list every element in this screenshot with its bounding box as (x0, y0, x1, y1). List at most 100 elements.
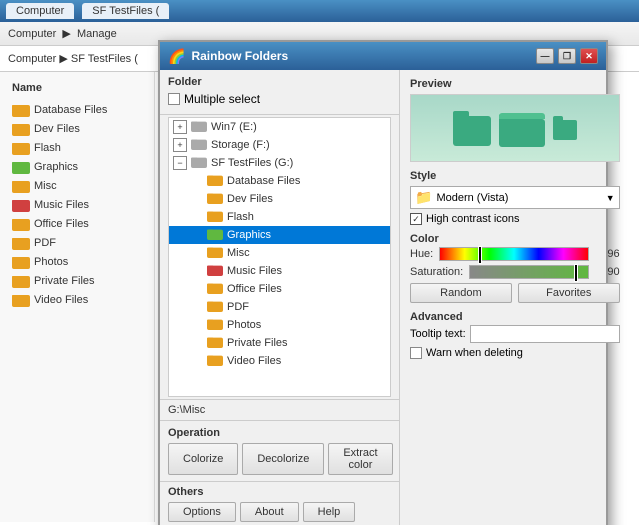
extract-color-button[interactable]: Extract color (328, 443, 392, 475)
multiple-select-checkbox[interactable] (168, 93, 180, 105)
color-section: Color Hue: 96 Saturation: 90 (410, 233, 620, 303)
sidebar-item[interactable]: Misc (4, 176, 150, 195)
tree-item-label: Office Files (227, 283, 282, 295)
tooltip-input[interactable] (470, 325, 620, 343)
operation-section: Operation Colorize Decolorize Extract co… (160, 420, 399, 481)
sidebar-item[interactable]: Photos (4, 252, 150, 271)
tree-item[interactable]: Dev Files (169, 190, 390, 208)
others-label: Others (168, 486, 391, 498)
multiple-select-row: Multiple select (168, 92, 391, 106)
tree-item[interactable]: + Storage (F:) (169, 136, 390, 154)
hue-bar[interactable] (439, 247, 588, 261)
hue-handle[interactable] (478, 246, 482, 264)
preview-folder-large (453, 111, 491, 146)
tree-item-label: Flash (227, 211, 254, 223)
dialog-title: Rainbow Folders (191, 49, 288, 63)
tree-folder-icon (207, 335, 223, 351)
high-contrast-checkbox[interactable]: ✓ (410, 213, 422, 225)
tree-item-label: Misc (227, 247, 250, 259)
tree-item-label: SF TestFiles (G:) (211, 157, 293, 169)
tree-item-label: Dev Files (227, 193, 273, 205)
folder-tree[interactable]: + Win7 (E:)+ Storage (F:)− SF TestFiles … (168, 117, 391, 397)
tree-item[interactable]: Misc (169, 244, 390, 262)
saturation-handle[interactable] (574, 264, 578, 282)
tree-item[interactable]: Photos (169, 316, 390, 334)
tree-expander[interactable]: + (173, 138, 187, 152)
saturation-bar[interactable] (469, 265, 588, 279)
manage-tab[interactable]: Manage (77, 28, 117, 40)
dialog-titlebar: 🌈 Rainbow Folders — ❐ ✕ (160, 42, 606, 70)
sidebar-item[interactable]: Flash (4, 138, 150, 157)
dialog-left-panel: Folder Multiple select + Win7 (E:)+ Stor… (160, 70, 400, 525)
warn-checkbox[interactable] (410, 347, 422, 359)
saturation-value: 90 (595, 266, 620, 278)
warn-label: Warn when deleting (426, 347, 523, 359)
preview-area (410, 94, 620, 162)
high-contrast-label: High contrast icons (426, 213, 520, 225)
taskbar-tab-computer[interactable]: Computer (6, 3, 74, 19)
tree-expander[interactable]: + (173, 120, 187, 134)
tree-item[interactable]: Database Files (169, 172, 390, 190)
hue-value: 96 (595, 248, 620, 260)
tree-item-label: PDF (227, 301, 249, 313)
colorize-button[interactable]: Colorize (168, 443, 238, 475)
hue-row: Hue: 96 (410, 247, 620, 261)
sidebar-item[interactable]: Music Files (4, 195, 150, 214)
style-dropdown[interactable]: 📁 Modern (Vista) ▼ (410, 186, 620, 209)
tree-folder-icon (207, 353, 223, 369)
tooltip-text-label: Tooltip text: (410, 328, 466, 340)
random-button[interactable]: Random (410, 283, 512, 303)
taskbar: Computer SF TestFiles ( (0, 0, 639, 22)
help-button[interactable]: Help (303, 502, 356, 522)
preview-section: Preview (410, 78, 620, 162)
tree-item-label: Win7 (E:) (211, 121, 257, 133)
tree-folder-icon (207, 227, 223, 243)
tree-item-label: Photos (227, 319, 261, 331)
taskbar-tab-sf[interactable]: SF TestFiles ( (82, 3, 169, 19)
dialog-title-area: 🌈 Rainbow Folders (168, 48, 288, 65)
tree-folder-icon (207, 209, 223, 225)
sidebar-item[interactable]: Database Files (4, 100, 150, 119)
about-button[interactable]: About (240, 502, 299, 522)
sidebar-item[interactable]: Dev Files (4, 119, 150, 138)
others-buttons: Options About Help (168, 502, 391, 522)
tree-item-label: Music Files (227, 265, 282, 277)
tree-folder-icon (207, 173, 223, 189)
close-button[interactable]: ✕ (580, 48, 598, 64)
advanced-label: Advanced (410, 311, 620, 323)
tree-item[interactable]: Music Files (169, 262, 390, 280)
tree-item[interactable]: − SF TestFiles (G:) (169, 154, 390, 172)
dialog-body: Folder Multiple select + Win7 (E:)+ Stor… (160, 70, 606, 525)
tree-item[interactable]: Video Files (169, 352, 390, 370)
tooltip-row: Tooltip text: (410, 325, 620, 343)
tree-item-label: Database Files (227, 175, 300, 187)
sidebar-item[interactable]: Graphics (4, 157, 150, 176)
dialog-window-controls: — ❐ ✕ (536, 48, 598, 64)
path-display: G:\Misc (160, 399, 399, 420)
tree-item[interactable]: Office Files (169, 280, 390, 298)
favorites-button[interactable]: Favorites (518, 283, 620, 303)
minimize-button[interactable]: — (536, 48, 554, 64)
tree-item[interactable]: Private Files (169, 334, 390, 352)
saturation-row: Saturation: 90 (410, 265, 620, 279)
sidebar-item[interactable]: Office Files (4, 214, 150, 233)
style-label: Style (410, 170, 620, 182)
rainbow-folders-dialog: 🌈 Rainbow Folders — ❐ ✕ Folder Multiple … (158, 40, 608, 525)
operation-buttons: Colorize Decolorize Extract color (168, 443, 391, 475)
decolorize-button[interactable]: Decolorize (242, 443, 324, 475)
tree-folder-icon (207, 281, 223, 297)
restore-button[interactable]: ❐ (558, 48, 576, 64)
tree-expander[interactable]: − (173, 156, 187, 170)
tree-folder-icon (207, 191, 223, 207)
tree-item[interactable]: PDF (169, 298, 390, 316)
sidebar-item[interactable]: Private Files (4, 271, 150, 290)
style-value: Modern (Vista) (436, 192, 605, 204)
sidebar-item[interactable]: Video Files (4, 290, 150, 309)
sidebar-item[interactable]: PDF (4, 233, 150, 252)
tree-item[interactable]: + Win7 (E:) (169, 118, 390, 136)
preview-label: Preview (410, 78, 620, 90)
tree-item[interactable]: Graphics (169, 226, 390, 244)
tree-item[interactable]: Flash (169, 208, 390, 226)
high-contrast-row: ✓ High contrast icons (410, 213, 620, 225)
options-button[interactable]: Options (168, 502, 236, 522)
